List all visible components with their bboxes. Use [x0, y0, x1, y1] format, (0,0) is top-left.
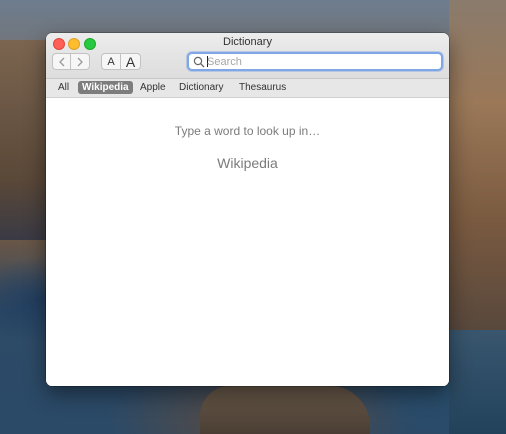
- wallpaper-cliff-right: [449, 0, 506, 340]
- title-bar: Dictionary A A: [46, 33, 449, 79]
- font-size-buttons: A A: [101, 53, 142, 70]
- chevron-left-icon: [58, 57, 64, 66]
- forward-button[interactable]: [71, 53, 90, 70]
- tab-all[interactable]: All: [54, 81, 73, 94]
- back-button[interactable]: [52, 53, 71, 70]
- results-area: Type a word to look up in… Wikipedia: [46, 98, 449, 386]
- navigation-buttons: [52, 53, 91, 70]
- font-larger-button[interactable]: A: [121, 53, 141, 70]
- chevron-right-icon: [77, 57, 83, 66]
- wallpaper-cliff-left: [0, 40, 46, 240]
- empty-state-source: Wikipedia: [217, 155, 278, 171]
- wallpaper-rock-bottom: [200, 386, 370, 434]
- window-title: Dictionary: [223, 36, 272, 48]
- search-icon: [193, 56, 205, 68]
- font-smaller-button[interactable]: A: [101, 53, 121, 70]
- search-field[interactable]: [187, 52, 443, 71]
- tab-wikipedia[interactable]: Wikipedia: [78, 81, 133, 94]
- tab-dictionary[interactable]: Dictionary: [175, 81, 227, 94]
- source-tabs: All Wikipedia Apple Dictionary Thesaurus: [46, 79, 449, 98]
- wallpaper-sea: [449, 330, 506, 434]
- dictionary-window: Dictionary A A Search All Wikipedia Appl…: [46, 33, 449, 386]
- tab-thesaurus[interactable]: Thesaurus: [235, 81, 290, 94]
- search-input[interactable]: [207, 54, 437, 69]
- empty-state-prompt: Type a word to look up in…: [174, 124, 321, 138]
- tab-apple[interactable]: Apple: [136, 81, 170, 94]
